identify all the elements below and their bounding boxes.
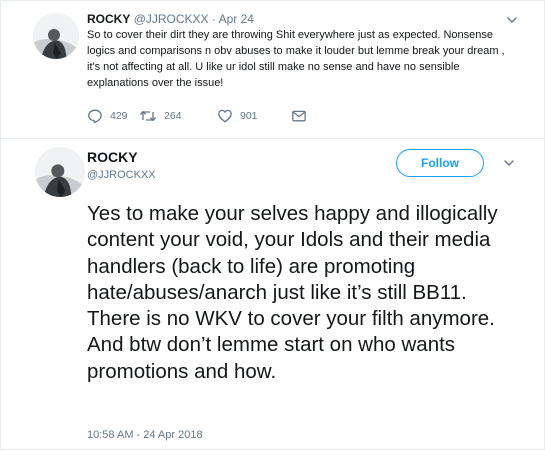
reply-tweet-header: ROCKY @JJROCKXX · Apr 24 (87, 12, 254, 27)
avatar-image (33, 13, 79, 59)
follow-button[interactable]: Follow (396, 149, 484, 177)
envelope-icon (292, 110, 306, 122)
chevron-down-icon[interactable] (505, 13, 519, 27)
avatar[interactable] (35, 147, 85, 197)
author-name[interactable]: ROCKY (87, 149, 138, 165)
author-handle[interactable]: @JJROCKXX (134, 12, 209, 26)
like-count: 901 (240, 110, 258, 122)
avatar[interactable] (33, 13, 79, 59)
like-button[interactable]: 901 (217, 108, 258, 124)
reply-count: 429 (110, 110, 128, 122)
reply-button[interactable]: 429 (87, 108, 128, 124)
header-separator: · (211, 12, 216, 26)
author-handle[interactable]: @JJROCKXX (87, 169, 156, 181)
avatar-image (35, 147, 85, 197)
direct-message-button[interactable] (291, 108, 307, 124)
chevron-down-icon[interactable] (502, 156, 516, 170)
retweet-count: 264 (164, 110, 182, 122)
retweet-button[interactable]: 264 (139, 108, 182, 124)
main-tweet-text: Yes to make your selves happy and illogi… (87, 202, 498, 383)
main-tweet: ROCKY @JJROCKXX Follow Yes to make your … (1, 139, 545, 451)
author-name[interactable]: ROCKY (87, 12, 130, 26)
tweet-actions: 429 264 901 (87, 108, 347, 126)
retweet-icon (140, 110, 156, 122)
heart-icon (218, 109, 232, 123)
reply-tweet[interactable]: ROCKY @JJROCKXX · Apr 24 So to cover the… (1, 1, 545, 139)
reply-tweet-text: So to cover their dirt they are throwing… (87, 29, 505, 89)
tweet-timestamp[interactable]: 10:58 AM - 24 Apr 2018 (87, 429, 203, 441)
tweet-thread: ROCKY @JJROCKXX · Apr 24 So to cover the… (0, 0, 545, 450)
reply-icon (88, 109, 102, 124)
tweet-date[interactable]: Apr 24 (219, 12, 254, 26)
